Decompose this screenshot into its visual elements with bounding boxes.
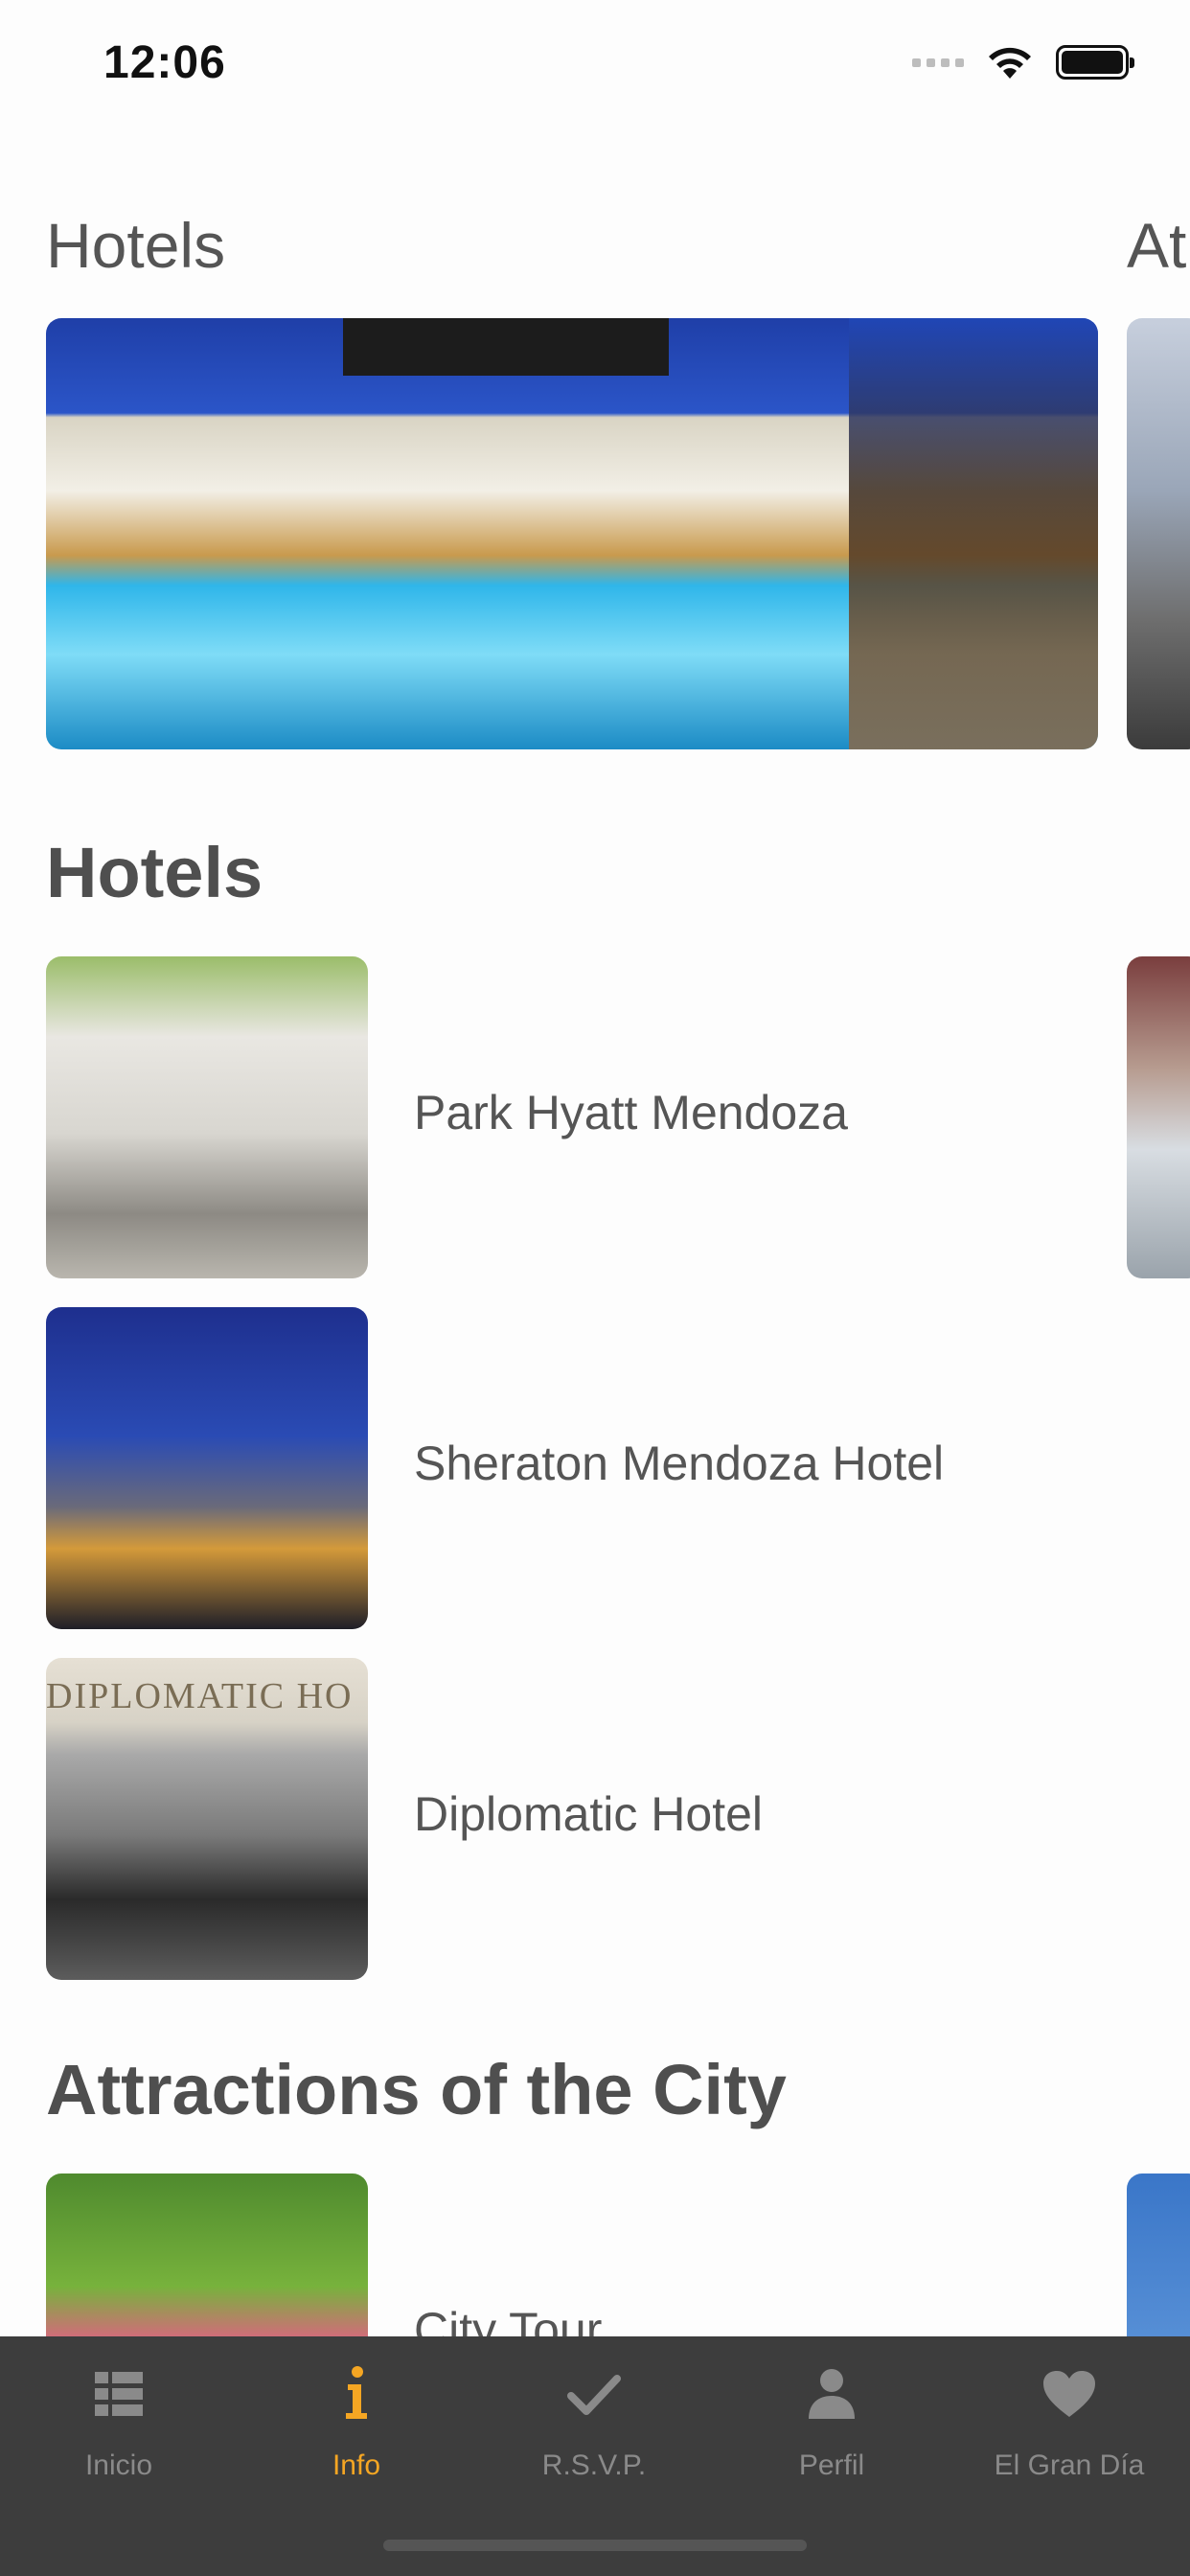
sheraton-photo <box>46 1307 368 1629</box>
list-icon <box>95 2372 143 2416</box>
person-icon <box>809 2369 855 2419</box>
featured-section-title: Hotels <box>46 210 226 281</box>
hotel-roof-sign <box>343 318 669 376</box>
diplomatic-photo: DIPLOMATIC HO <box>46 1658 368 1980</box>
attractions-section-title: Attractions of the City <box>46 2050 787 2129</box>
diplomatic-sign: DIPLOMATIC HO <box>46 1676 354 1716</box>
featured-next-section-title: At <box>1127 210 1187 281</box>
checkmark-icon <box>567 2375 621 2415</box>
tab-el-gran-dia[interactable]: El Gran Día <box>950 2356 1188 2499</box>
tab-label: Perfil <box>798 2450 865 2481</box>
status-time: 12:06 <box>103 37 226 88</box>
terrace-area <box>849 318 1098 749</box>
hotels-section-title: Hotels <box>46 833 263 912</box>
cellular-signal-icon <box>912 58 964 67</box>
battery-icon <box>1056 45 1134 80</box>
next-column-photo[interactable] <box>1127 956 1190 1278</box>
hotel-name: Park Hyatt Mendoza <box>414 1086 848 1139</box>
tab-label: El Gran Día <box>994 2450 1145 2481</box>
featured-attractions-card[interactable] <box>1127 318 1190 749</box>
tab-label: R.S.V.P. <box>541 2450 647 2481</box>
home-indicator[interactable] <box>383 2540 807 2551</box>
tab-inicio[interactable]: Inicio <box>0 2356 238 2499</box>
status-icons <box>912 44 1134 80</box>
tab-rsvp[interactable]: R.S.V.P. <box>475 2356 713 2499</box>
tab-info[interactable]: Info <box>238 2356 475 2499</box>
featured-hotels-card[interactable] <box>46 318 1098 749</box>
hotel-name: Sheraton Mendoza Hotel <box>414 1437 945 1490</box>
wifi-icon <box>989 47 1031 79</box>
info-icon <box>346 2366 367 2419</box>
hotel-name: Diplomatic Hotel <box>414 1787 764 1841</box>
heart-icon <box>1043 2371 1095 2417</box>
park-hyatt-photo <box>46 956 368 1278</box>
tab-label: Info <box>332 2450 381 2481</box>
tab-perfil[interactable]: Perfil <box>713 2356 950 2499</box>
tab-label: Inicio <box>84 2450 153 2481</box>
